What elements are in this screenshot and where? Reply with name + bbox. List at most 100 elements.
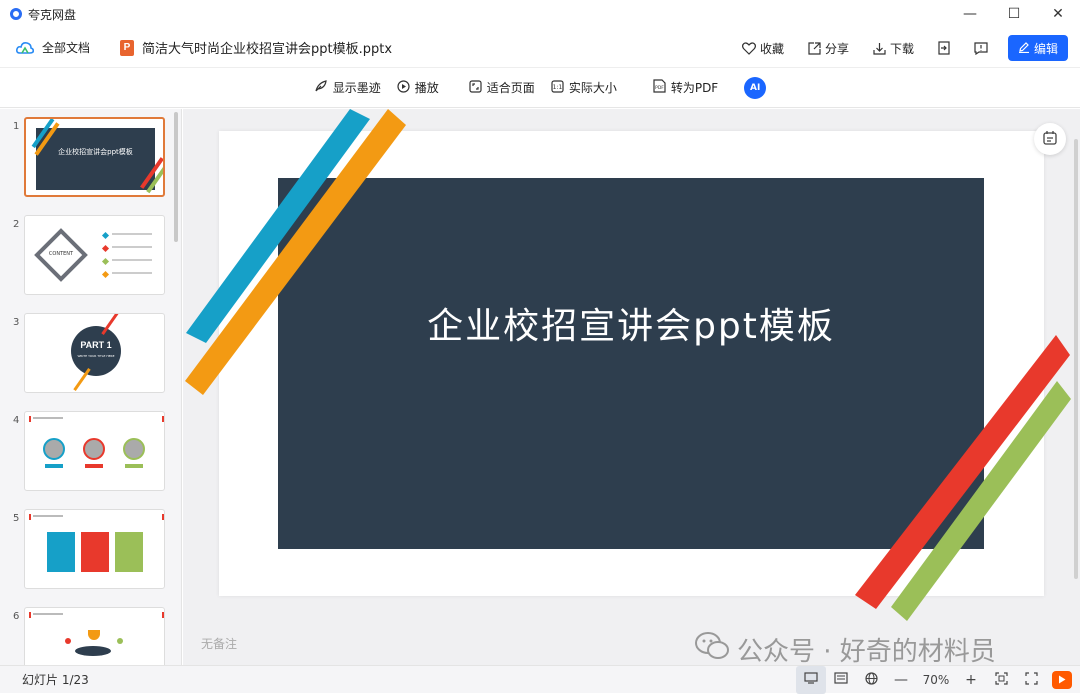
svg-text:PDF: PDF [655, 85, 664, 91]
thumbnail-subcaption: WRITE YOUR TITLE HERE [77, 354, 115, 358]
thumbnail-caption: 企业校招宣讲会ppt模板 [58, 148, 133, 156]
thumbnail-image: CONTENT [24, 215, 165, 295]
normal-view-button[interactable] [796, 666, 826, 694]
heart-icon [741, 41, 756, 55]
slide-counter: 幻灯片 1/23 [22, 673, 89, 687]
fit-page-label: 适合页面 [486, 81, 535, 95]
thumbnail-number: 5 [13, 513, 20, 524]
thumbnail-number: 2 [13, 219, 20, 230]
notes-icon [1042, 130, 1058, 149]
zoom-out-button[interactable]: — [886, 666, 916, 694]
feedback-button[interactable] [962, 34, 1000, 62]
fullscreen-icon [1024, 671, 1038, 689]
fit-window-icon [994, 671, 1008, 689]
cloud-icon [16, 41, 34, 55]
download-button[interactable]: 下载 [861, 34, 926, 62]
slide-scrollbar[interactable] [1074, 139, 1078, 579]
web-view-button[interactable] [856, 666, 886, 694]
thumbnail-image [24, 607, 165, 665]
actual-size-icon: 1:1 [551, 79, 564, 96]
watermark-text: 公众号 · 好奇的材料员 [737, 637, 996, 667]
download-label: 下载 [889, 41, 914, 56]
title-bar: 夸克网盘 — ☐ ✕ [0, 0, 1080, 28]
thumbnail-4[interactable]: 4 [0, 407, 181, 491]
favorite-button[interactable]: 收藏 [730, 34, 796, 62]
show-ink-button[interactable]: 显示墨迹 [314, 74, 381, 102]
thumbnail-scrollbar[interactable] [174, 112, 178, 242]
thumbnail-1[interactable]: 1 企业校招宣讲会ppt模板 [0, 113, 181, 197]
maximize-button[interactable]: ☐ [992, 0, 1036, 28]
pencil-icon [1018, 41, 1030, 56]
play-button[interactable]: 播放 [397, 74, 439, 102]
show-ink-label: 显示墨迹 [332, 81, 381, 95]
pdf-icon: PDF [653, 79, 666, 96]
view-controls: — 70% + [796, 666, 1072, 694]
app-name: 夸克网盘 [28, 7, 77, 22]
thumbnail-5[interactable]: 5 [0, 505, 181, 589]
edit-label: 编辑 [1033, 41, 1058, 56]
svg-text:1:1: 1:1 [552, 84, 562, 91]
thumbnail-image [24, 509, 165, 589]
play-label: 播放 [414, 81, 439, 95]
all-documents-link[interactable]: 全部文档 [42, 39, 90, 56]
plus-icon: + [965, 672, 977, 688]
actual-size-label: 实际大小 [568, 81, 617, 95]
save-to-drive-icon [938, 41, 950, 55]
to-pdf-label: 转为PDF [670, 81, 719, 95]
zoom-in-button[interactable]: + [956, 666, 986, 694]
file-name: 简洁大气时尚企业校招宣讲会ppt模板.pptx [142, 42, 393, 57]
slide-thumbnail-panel: 1 企业校招宣讲会ppt模板 2 CONTENT 3 PART 1 WRITE … [0, 109, 182, 665]
normal-view-icon [804, 672, 818, 688]
convert-to-pdf-button[interactable]: PDF 转为PDF [653, 74, 718, 102]
thumbnail-number: 4 [13, 415, 20, 426]
actual-size-button[interactable]: 1:1 实际大小 [551, 74, 617, 102]
share-icon [808, 41, 821, 55]
share-label: 分享 [824, 41, 849, 56]
header-actions: 收藏 分享 下载 编辑 [730, 34, 1068, 62]
ai-assistant-button[interactable]: AI [744, 76, 767, 99]
thumbnail-caption: CONTENT [48, 251, 74, 257]
thumbnail-image: 企业校招宣讲会ppt模板 [24, 117, 165, 197]
notes-toggle-button[interactable] [1034, 123, 1066, 155]
thumbnail-image: PART 1 WRITE YOUR TITLE HERE [24, 313, 165, 393]
thumbnail-2[interactable]: 2 CONTENT [0, 211, 181, 295]
thumbnail-number: 1 [13, 121, 20, 132]
feather-icon [314, 79, 328, 96]
edit-button[interactable]: 编辑 [1008, 35, 1068, 61]
outline-view-icon [834, 672, 848, 688]
feedback-icon [974, 41, 988, 55]
fit-window-button[interactable] [986, 666, 1016, 694]
fit-page-icon [469, 79, 482, 96]
app-logo-icon [10, 8, 22, 20]
play-icon [1058, 673, 1066, 687]
globe-icon [864, 671, 878, 689]
download-icon [873, 42, 886, 55]
status-bar: 幻灯片 1/23 — 70% + [0, 665, 1080, 694]
minimize-button[interactable]: — [948, 0, 992, 28]
thumbnail-number: 3 [13, 317, 20, 328]
viewer-toolbar: 显示墨迹 播放 适合页面 1:1 实际大小 PDF 转为PDF AI [0, 68, 1080, 108]
play-circle-icon [397, 79, 410, 96]
current-slide: 企业校招宣讲会ppt模板 [219, 131, 1044, 596]
pptx-file-icon: P [120, 39, 135, 56]
thumbnail-6[interactable]: 6 [0, 603, 181, 665]
minus-icon: — [894, 672, 908, 688]
close-button[interactable]: ✕ [1036, 0, 1080, 28]
share-button[interactable]: 分享 [796, 34, 861, 62]
slideshow-play-button[interactable] [1052, 671, 1072, 689]
thumbnail-3[interactable]: 3 PART 1 WRITE YOUR TITLE HERE [0, 309, 181, 393]
fit-page-button[interactable]: 适合页面 [469, 74, 535, 102]
slide-notes: 无备注 [201, 637, 238, 651]
slide-view-area: 企业校招宣讲会ppt模板 无备注 公众号 · 好奇的材料员 [183, 109, 1080, 668]
save-to-drive-button[interactable] [926, 34, 962, 62]
document-header: 全部文档 P 简洁大气时尚企业校招宣讲会ppt模板.pptx 收藏 分享 下载 … [0, 28, 1080, 68]
outline-view-button[interactable] [826, 666, 856, 694]
watermark: 公众号 · 好奇的材料员 [695, 631, 996, 668]
favorite-label: 收藏 [759, 41, 784, 56]
wechat-icon [695, 632, 729, 667]
thumbnail-image [24, 411, 165, 491]
zoom-level: 70% [922, 673, 950, 687]
thumbnail-caption: PART 1 [80, 340, 112, 350]
slide-title: 企业校招宣讲会ppt模板 [427, 306, 835, 347]
fullscreen-button[interactable] [1016, 666, 1046, 694]
